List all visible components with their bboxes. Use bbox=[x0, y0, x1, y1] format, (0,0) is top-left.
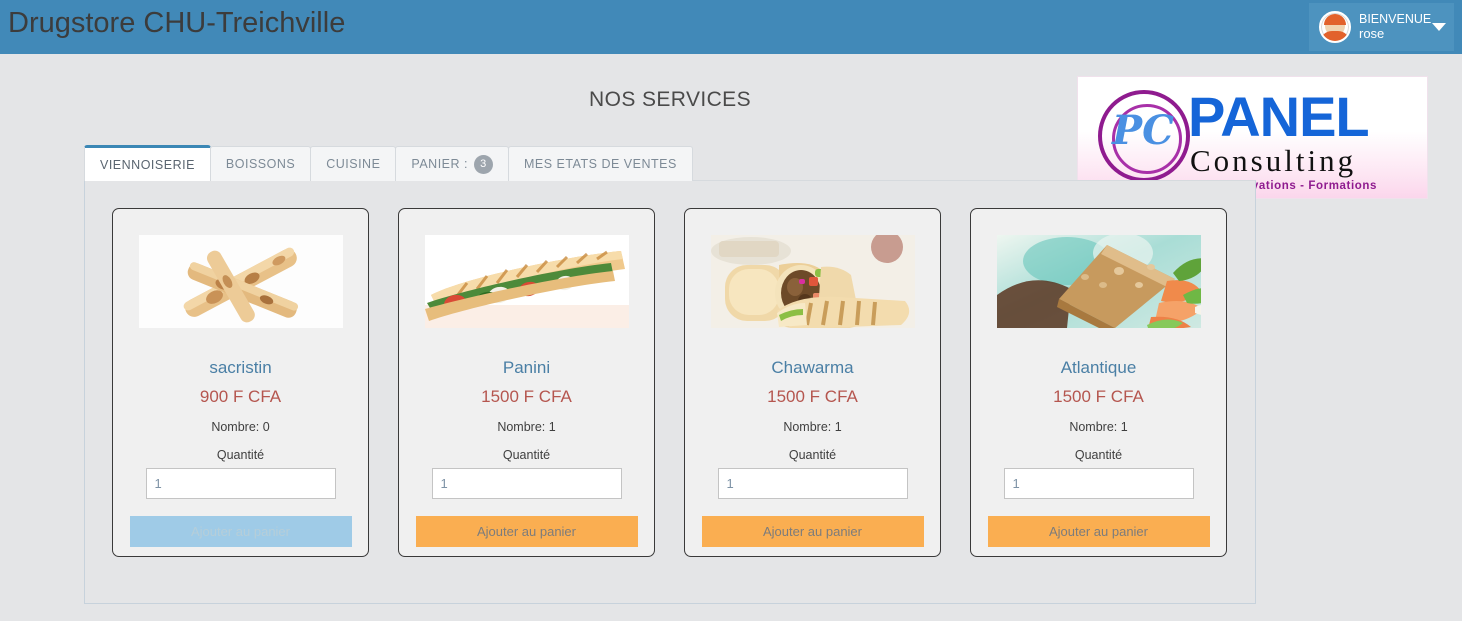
add-to-cart-button[interactable]: Ajouter au panier bbox=[415, 516, 638, 547]
quantity-input[interactable] bbox=[717, 468, 908, 499]
quantity-label: Quantité bbox=[788, 448, 837, 462]
product-name: sacristin bbox=[209, 358, 272, 377]
product-name: Atlantique bbox=[1060, 358, 1137, 377]
product-price: 1500 F CFA bbox=[767, 387, 858, 406]
tab-label: CUISINE bbox=[326, 157, 381, 171]
brand-title: Drugstore CHU-Treichville bbox=[8, 7, 346, 39]
quantity-label: Quantité bbox=[216, 448, 265, 462]
user-greeting: BIENVENUE bbox=[1359, 12, 1432, 27]
product-name: Panini bbox=[502, 358, 551, 377]
tab-label: PANIER : bbox=[411, 157, 468, 171]
product-card-list: sacristin 900 F CFA Nombre: 0 Quantité A… bbox=[112, 208, 1227, 557]
logo-wordmark: PANEL bbox=[1188, 85, 1370, 148]
tab-label: MES ETATS DE VENTES bbox=[523, 157, 677, 171]
add-to-cart-button[interactable]: Ajouter au panier bbox=[987, 516, 1210, 547]
add-to-cart-button[interactable]: Ajouter au panier bbox=[701, 516, 924, 547]
tab-cuisine[interactable]: CUISINE bbox=[310, 146, 397, 181]
app-header: Drugstore CHU-Treichville BIENVENUE rose bbox=[0, 0, 1462, 54]
product-card[interactable]: Panini 1500 F CFA Nombre: 1 Quantité Ajo… bbox=[398, 208, 655, 557]
tab-mes-etats-de-ventes[interactable]: MES ETATS DE VENTES bbox=[507, 146, 693, 181]
chevron-down-icon[interactable] bbox=[1432, 23, 1446, 31]
cart-count-badge: 3 bbox=[473, 154, 493, 174]
chawarma-wrap-photo bbox=[710, 235, 915, 328]
tab-label: BOISSONS bbox=[225, 157, 296, 171]
tab-label: VIENNOISERIE bbox=[100, 157, 195, 172]
logo-subwordmark: Consulting bbox=[1190, 143, 1357, 178]
panini-sandwich-photo bbox=[424, 235, 629, 328]
product-price: 900 F CFA bbox=[199, 387, 282, 406]
atlantique-sandwich-photo bbox=[996, 235, 1201, 328]
user-avatar-icon bbox=[1319, 11, 1351, 43]
product-price: 1500 F CFA bbox=[1053, 387, 1144, 406]
tab-boissons[interactable]: BOISSONS bbox=[209, 146, 312, 181]
product-card[interactable]: sacristin 900 F CFA Nombre: 0 Quantité A… bbox=[112, 208, 369, 557]
product-price: 1500 F CFA bbox=[481, 387, 572, 406]
quantity-input[interactable] bbox=[1003, 468, 1194, 499]
user-name: rose bbox=[1359, 25, 1385, 41]
quantity-label: Quantité bbox=[502, 448, 551, 462]
product-card[interactable]: Atlantique 1500 F CFA Nombre: 1 Quantité… bbox=[970, 208, 1227, 557]
sacristin-pastry-photo bbox=[138, 235, 343, 328]
product-count: Nombre: 1 bbox=[1069, 420, 1128, 434]
product-count: Nombre: 0 bbox=[211, 420, 270, 434]
add-to-cart-button[interactable]: Ajouter au panier bbox=[129, 516, 352, 547]
product-name: Chawarma bbox=[771, 358, 854, 377]
quantity-input[interactable] bbox=[145, 468, 336, 499]
user-menu[interactable]: BIENVENUE rose bbox=[1309, 3, 1454, 51]
product-card[interactable]: Chawarma 1500 F CFA Nombre: 1 Quantité A… bbox=[684, 208, 941, 557]
service-tabs: VIENNOISERIE BOISSONS CUISINE PANIER : 3… bbox=[84, 145, 693, 181]
quantity-input[interactable] bbox=[431, 468, 622, 499]
tab-viennoiserie[interactable]: VIENNOISERIE bbox=[84, 145, 211, 181]
tab-panier[interactable]: PANIER : 3 bbox=[395, 146, 509, 181]
logo-monogram: PC bbox=[1112, 107, 1174, 154]
quantity-label: Quantité bbox=[1074, 448, 1123, 462]
product-count: Nombre: 1 bbox=[783, 420, 842, 434]
user-menu-text: BIENVENUE rose bbox=[1359, 12, 1431, 41]
product-count: Nombre: 1 bbox=[497, 420, 556, 434]
